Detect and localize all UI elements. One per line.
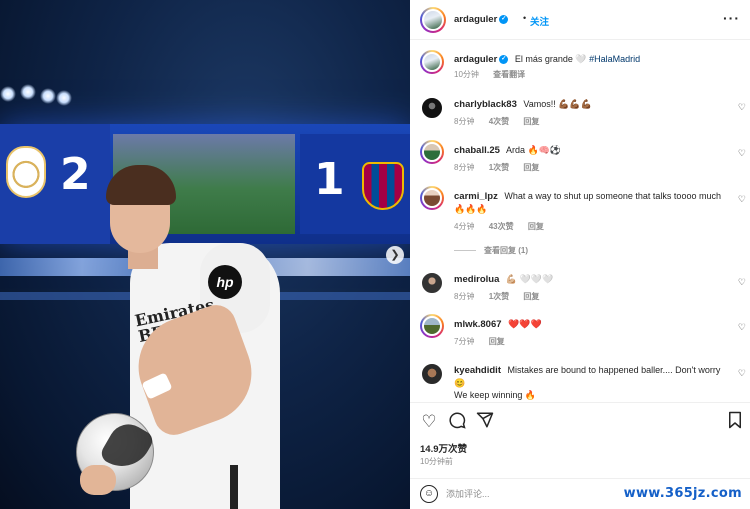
comment-time: 8分钟 [454,117,475,126]
site-watermark: www.365jz.com [623,486,742,501]
translate-link[interactable]: 查看翻译 [493,70,525,79]
author-avatar[interactable] [420,50,444,74]
commenter-avatar[interactable] [420,314,444,338]
comment-like-heart-icon[interactable]: ♡ [738,277,746,288]
player-figure: hp EmiratesBETTER [70,165,300,509]
post-photo[interactable]: 2 1 hp EmiratesBETTER ❯ [0,0,410,509]
post-header: ardaguler ✓ • 关注 ··· [410,0,750,40]
view-replies-divider [454,250,476,252]
reply-button[interactable]: 回复 [523,117,539,126]
heart-icon[interactable]: ♡ [418,411,440,433]
away-score: 1 [314,154,345,205]
comment-like-heart-icon[interactable]: ♡ [738,148,746,159]
author-avatar[interactable] [420,7,446,33]
comment-meta: 7分钟 回复 [454,336,517,347]
comment-time: 8分钟 [454,163,475,172]
comment-username[interactable]: charlyblack83 [454,99,517,110]
comment-meta: 8分钟 1次赞 回复 [454,162,551,173]
real-madrid-crest-icon [6,146,46,198]
comment-like-heart-icon[interactable]: ♡ [738,194,746,205]
comment-likes[interactable]: 1次赞 [489,292,509,301]
separator-dot: • [523,13,527,23]
post-time: 10分钟前 [420,457,453,466]
player-hand [80,465,116,495]
stadium-lights [0,80,80,110]
comment-text: 💪🏼 🤍🤍🤍 [505,274,554,284]
caption-hashtag[interactable]: #HalaMadrid [589,54,640,64]
commenter-avatar[interactable] [420,186,444,210]
comment-text: Arda 🔥🧠⚽ [505,145,562,155]
emoji-icon[interactable]: ☺ [420,485,438,503]
post-actions: ♡ 14.9万次赞 10分钟前 [410,402,750,478]
scoreboard-away: 1 [300,134,410,234]
comment-text-line2: We keep winning 🔥 [454,390,537,400]
comment-meta: 8分钟 1次赞 回复 [454,291,551,302]
comment-username[interactable]: mlwk.8067 [454,319,502,330]
comment-username[interactable]: kyeahdidit [454,365,501,376]
caption-text: El más grande 🤍 [514,54,587,64]
caption-time: 10分钟 [454,70,479,79]
comment-like-heart-icon[interactable]: ♡ [738,368,746,379]
comment-username[interactable]: chaball.25 [454,145,500,156]
bookmark-icon[interactable] [724,411,746,433]
reply-button[interactable]: 回复 [528,222,544,231]
comment-icon[interactable] [446,411,468,433]
comment-time: 8分钟 [454,292,475,301]
comment-text: ❤️❤️❤️ [508,319,542,329]
follow-button[interactable]: 关注 [530,14,549,28]
barcelona-crest-icon [362,162,404,210]
comment-meta: 8分钟 4次赞 回复 [454,116,551,127]
likes-count[interactable]: 14.9万次赞 [420,441,467,455]
verified-badge-icon: ✓ [499,54,509,64]
comment-like-heart-icon[interactable]: ♡ [738,322,746,333]
post-side-panel: ardaguler ✓ • 关注 ··· ardaguler ✓ El más gr… [410,0,750,509]
comment-input[interactable] [446,485,646,503]
comment-time: 7分钟 [454,337,475,346]
comment-username[interactable]: carmi_lpz [454,191,498,202]
commenter-avatar[interactable] [420,140,444,164]
shorts-stripe [230,465,238,509]
comment-likes[interactable]: 43次赞 [489,222,514,231]
hp-logo-icon: hp [208,265,242,299]
author-username[interactable]: ardaguler ✓ [454,14,509,25]
verified-badge-icon: ✓ [499,14,509,24]
commenter-avatar[interactable] [420,96,444,120]
next-image-chevron-icon[interactable]: ❯ [386,246,404,264]
comment-time: 4分钟 [454,222,475,231]
comments-list[interactable]: ardaguler ✓ El más grande 🤍 #HalaMadrid 1… [410,40,750,402]
reply-button[interactable]: 回复 [523,292,539,301]
comment-meta: 4分钟 43次赞 回复 [454,221,556,232]
comment-text: Vamos!! 💪🏾💪🏾💪🏾 [523,99,592,109]
caption-username[interactable]: ardaguler ✓ [454,54,509,65]
view-replies-link[interactable]: 查看回复 (1) [454,245,528,256]
comment-like-heart-icon[interactable]: ♡ [738,102,746,113]
more-options-icon[interactable]: ··· [723,10,740,26]
comment-likes[interactable]: 4次赞 [489,117,509,126]
commenter-avatar[interactable] [420,271,444,295]
reply-button[interactable]: 回复 [489,337,505,346]
reply-button[interactable]: 回复 [523,163,539,172]
commenter-avatar[interactable] [420,362,444,386]
caption-meta: 10分钟 查看翻译 [454,69,537,80]
player-hair [106,165,176,205]
comment-username[interactable]: medirolua [454,274,499,285]
send-icon[interactable] [474,411,496,433]
comment-likes[interactable]: 1次赞 [489,163,509,172]
